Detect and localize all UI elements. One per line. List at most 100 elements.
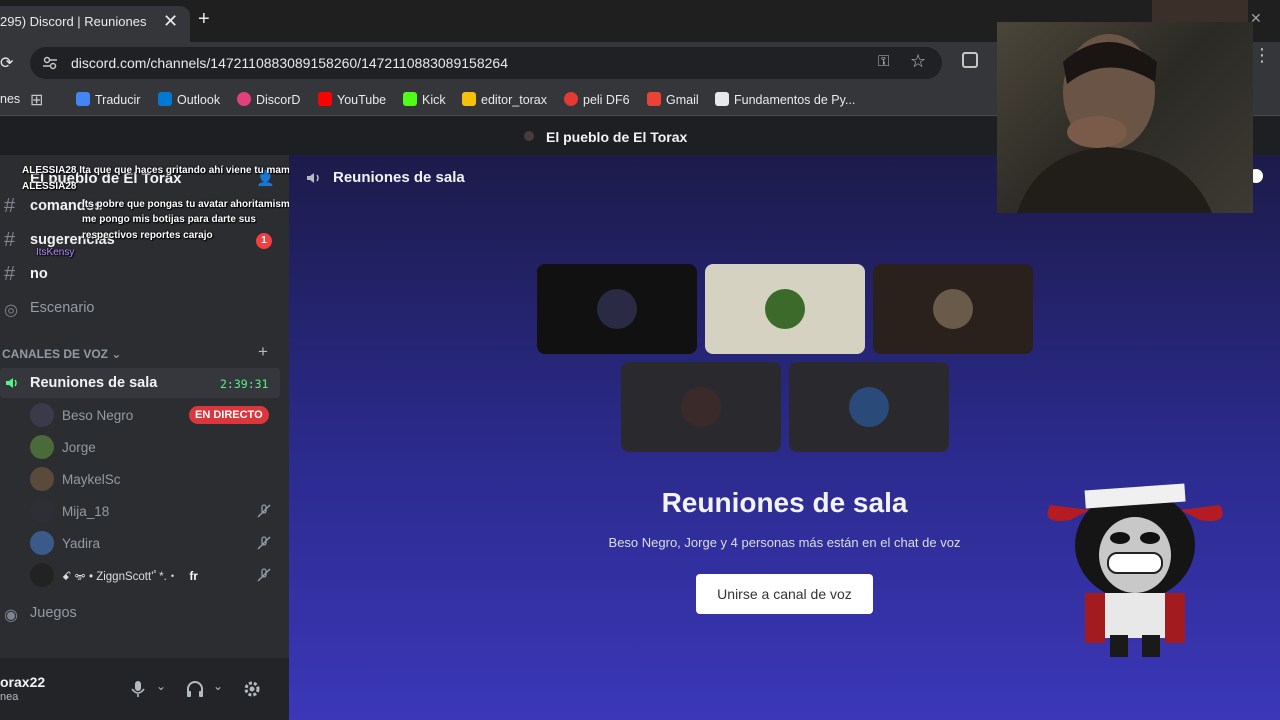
member-name: Mija_18 <box>62 504 110 519</box>
menu-icon[interactable]: ⋮ <box>1253 46 1271 64</box>
channel-escenario[interactable]: ◎ Escenario <box>0 295 280 323</box>
bookmark-youtube[interactable]: YouTube <box>318 92 386 107</box>
mic-muted-icon <box>257 536 271 550</box>
outlook-icon <box>158 92 172 106</box>
hash-icon: # <box>4 263 16 285</box>
avatar <box>933 289 973 329</box>
avatar <box>681 387 721 427</box>
live-badge: EN DIRECTO <box>189 406 269 424</box>
bookmark-kick[interactable]: Kick <box>403 92 446 107</box>
avatar <box>597 289 637 329</box>
participant-tile[interactable] <box>873 264 1033 354</box>
user-panel: orax22 nea ⌄ ⌄ <box>0 658 289 720</box>
overlay-chat-line: Its pobre que pongas tu avatar ahoritami… <box>82 199 296 210</box>
person-silhouette <box>1017 34 1212 213</box>
channel-label: no <box>30 266 48 282</box>
mic-muted-icon <box>257 504 271 518</box>
bookmark-gmail[interactable]: Gmail <box>647 92 699 107</box>
bookmark-peli[interactable]: peli DF6 <box>564 92 630 107</box>
avatar <box>30 435 54 459</box>
bookmark-editor-torax[interactable]: editor_torax <box>462 92 547 107</box>
speaker-icon: ◉ <box>4 607 18 624</box>
avatar <box>765 289 805 329</box>
voice-member[interactable]: MaykelSc <box>0 464 285 494</box>
headphones-icon[interactable] <box>185 679 205 699</box>
member-name: MaykelSc <box>62 472 121 487</box>
avatar <box>30 531 54 555</box>
extensions-icon[interactable] <box>962 52 978 68</box>
overlay-chat-line: respectivos reportes carajo <box>82 230 213 241</box>
server-banner-title: El pueblo de El Torax <box>546 129 688 145</box>
hash-icon: # <box>4 229 16 251</box>
speaker-icon <box>6 378 17 388</box>
overlay-chat-line: ItsKensy <box>36 247 75 258</box>
key-icon[interactable]: ⚿ <box>878 53 889 70</box>
apps-grid-icon[interactable]: ⊞ <box>30 90 43 110</box>
bookmark-outlook[interactable]: Outlook <box>158 92 220 107</box>
kick-icon <box>403 92 417 106</box>
add-channel-icon[interactable]: + <box>258 342 268 362</box>
site-info-icon[interactable] <box>42 55 58 71</box>
tab-title: 295) Discord | Reuniones de s <box>0 14 150 29</box>
speaker-icon <box>307 173 319 183</box>
channel-sidebar: El pueblo de El Torax 👤 # comandos # sug… <box>0 155 295 720</box>
avatar <box>30 499 54 523</box>
mic-muted-icon <box>257 568 271 582</box>
voice-member[interactable]: Jorge <box>0 432 285 462</box>
participant-tile[interactable] <box>621 362 781 452</box>
chevron-down-icon[interactable]: ⌄ <box>213 679 223 693</box>
member-name: Yadira <box>62 536 101 551</box>
voice-timer: 2:39:31 <box>220 377 269 391</box>
webcam-overlay <box>997 22 1253 213</box>
user-status: nea <box>0 691 19 703</box>
webcam-fragment <box>1152 0 1248 22</box>
avatar <box>849 387 889 427</box>
voice-member[interactable]: Beso Negro EN DIRECTO <box>0 400 285 430</box>
avatar <box>30 467 54 491</box>
channel-no[interactable]: # no <box>0 261 280 289</box>
channel-juegos[interactable]: ◉ Juegos <box>0 600 280 628</box>
voice-channel-label: Reuniones de sala <box>30 375 158 391</box>
microphone-icon[interactable] <box>128 679 148 699</box>
bookmark-traducir[interactable]: Traducir <box>76 92 140 107</box>
avatar <box>30 563 54 587</box>
discord-icon <box>237 92 251 106</box>
channel-label: Escenario <box>30 300 95 316</box>
tab-discord[interactable]: 295) Discord | Reuniones de s ✕ <box>0 6 190 42</box>
hash-icon: # <box>4 195 16 217</box>
voice-channel-reuniones[interactable]: Reuniones de sala 2:39:31 <box>0 368 280 398</box>
stage-icon: ◎ <box>4 302 18 319</box>
page-icon <box>715 92 729 106</box>
participant-tile[interactable] <box>537 264 697 354</box>
participant-tile[interactable] <box>705 264 865 354</box>
gear-icon[interactable] <box>242 679 262 699</box>
close-tab-icon[interactable]: ✕ <box>163 11 178 32</box>
bookmark-star-icon[interactable]: ☆ <box>910 51 926 72</box>
join-voice-button[interactable]: Unirse a canal de voz <box>696 574 873 614</box>
overlay-chat-line: ALESSIA28 <box>22 181 77 192</box>
category-voice[interactable]: CANALES DE VOZ ⌄ <box>2 347 121 361</box>
url-text: discord.com/channels/1472110883089158260… <box>71 55 508 71</box>
member-name: ꗃ ꗁ • ZiggnScott'ﾟ*.・ fr <box>62 571 198 583</box>
new-tab-button[interactable]: + <box>198 8 210 31</box>
bookmark-apps[interactable]: nes <box>0 92 20 106</box>
overlay-chat-line: me pongo mis botijas para darte sus <box>82 214 256 225</box>
chevron-down-icon[interactable]: ⌄ <box>156 679 166 693</box>
peli-icon <box>564 92 578 106</box>
server-icon <box>524 131 534 141</box>
gmail-icon <box>647 92 661 106</box>
voice-member[interactable]: Mija_18 <box>0 496 285 526</box>
reload-icon[interactable]: ⟳ <box>0 53 13 73</box>
voice-member[interactable]: ꗃ ꗁ • ZiggnScott'ﾟ*.・ fr <box>0 560 285 590</box>
overlay-chat-line: ALESSIA28 Ita que que haces gritando ahí… <box>22 165 296 176</box>
participant-tile[interactable] <box>789 362 949 452</box>
member-name: Jorge <box>62 440 96 455</box>
address-bar[interactable]: discord.com/channels/1472110883089158260… <box>30 47 942 79</box>
member-name: Beso Negro <box>62 408 134 423</box>
bookmark-fundamentos[interactable]: Fundamentos de Py... <box>715 92 855 107</box>
voice-member[interactable]: Yadira <box>0 528 285 558</box>
bookmark-discord[interactable]: DiscorD <box>237 92 300 107</box>
unread-badge: 1 <box>256 233 272 249</box>
editor-icon <box>462 92 476 106</box>
user-name[interactable]: orax22 <box>0 674 45 690</box>
